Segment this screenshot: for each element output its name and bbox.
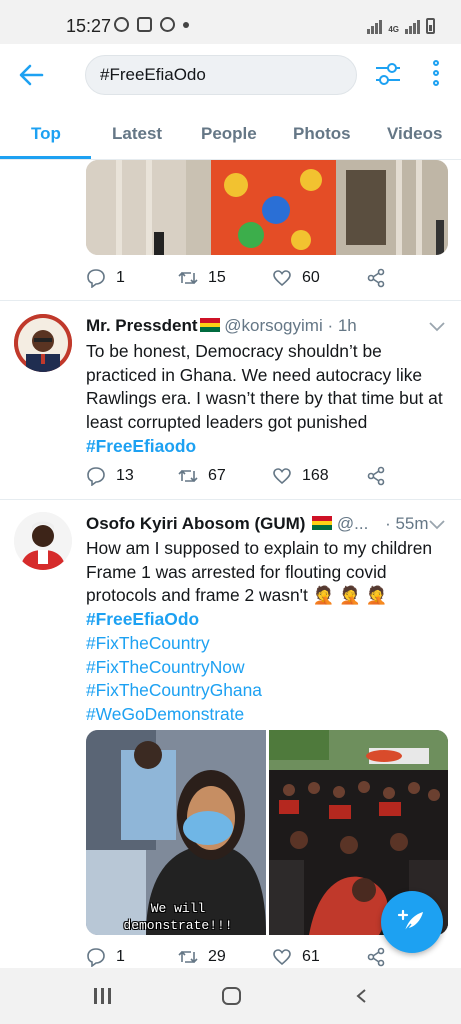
share-button[interactable]: [366, 947, 386, 967]
notification-icons: [114, 17, 189, 32]
tab-people[interactable]: People: [201, 124, 257, 144]
signal-icon-2: [405, 20, 420, 34]
hashtag-link[interactable]: #FreeEfiaOdo: [86, 608, 446, 632]
handle[interactable]: @korsogyimi: [224, 316, 323, 335]
tweet-image-selfie[interactable]: We will demonstrate!!!: [86, 730, 266, 935]
share-icon: [367, 268, 385, 288]
ghana-flag-icon: [199, 318, 220, 332]
home-icon[interactable]: [222, 987, 241, 1005]
like-button[interactable]: 60: [272, 268, 320, 288]
like-count: 61: [302, 948, 320, 965]
tab-top[interactable]: Top: [31, 124, 61, 144]
retweet-count: 29: [208, 948, 226, 965]
tweet-image-building[interactable]: [86, 160, 448, 255]
recent-apps-icon[interactable]: [94, 988, 111, 1004]
android-nav-bar: [0, 968, 461, 1024]
tab-videos[interactable]: Videos: [387, 124, 442, 144]
compose-tweet-button[interactable]: [381, 891, 443, 953]
ghana-flag-icon: [312, 516, 333, 530]
search-field[interactable]: [85, 55, 357, 95]
speech-bubble-icon: [87, 467, 105, 486]
status-time: 15:27: [66, 16, 112, 36]
share-button[interactable]: [366, 466, 386, 486]
tweet-divider: [0, 499, 461, 500]
retweet-button[interactable]: 29: [178, 947, 226, 967]
tweet-header: Mr. Pressdent @korsogyimi · 1h: [86, 316, 357, 336]
reply-button[interactable]: 1: [86, 268, 125, 288]
heart-icon: [273, 949, 291, 966]
search-input[interactable]: [100, 65, 342, 85]
tweet-time: · 55m: [385, 514, 429, 533]
handle[interactable]: @...: [337, 514, 368, 533]
feather-plus-icon: [397, 909, 423, 932]
reply-button[interactable]: 13: [86, 466, 134, 486]
sliders-icon[interactable]: [374, 60, 402, 88]
hashtag-link[interactable]: #FixTheCountryNow: [86, 656, 446, 680]
tab-photos[interactable]: Photos: [293, 124, 351, 144]
hashtag-link[interactable]: #FreeEfiaodo: [86, 435, 446, 459]
tweet-header: Osofo Kyiri Abosom (GUM) @... · 55m: [86, 514, 429, 534]
vertical-dots-icon[interactable]: [426, 60, 446, 90]
arrow-left-icon[interactable]: [16, 60, 46, 90]
hashtag-link[interactable]: #WeGoDemonstrate: [86, 703, 446, 727]
reply-button[interactable]: 1: [86, 947, 125, 967]
chevron-down-icon[interactable]: [428, 518, 446, 530]
display-name[interactable]: Osofo Kyiri Abosom (GUM): [86, 514, 305, 533]
like-button[interactable]: 168: [272, 466, 329, 486]
avatar[interactable]: [14, 314, 72, 372]
reply-count: 1: [116, 948, 125, 965]
retweet-icon: [178, 469, 198, 483]
share-icon: [367, 947, 385, 967]
heart-icon: [273, 270, 291, 287]
tweet-text: To be honest, Democracy shouldn’t be pra…: [86, 341, 443, 433]
hashtag-link[interactable]: #FixTheCountry: [86, 632, 446, 656]
tab-latest[interactable]: Latest: [112, 124, 162, 144]
gallery-icon: [137, 17, 152, 32]
tweet-body: To be honest, Democracy shouldn’t be pra…: [86, 340, 446, 459]
like-count: 168: [302, 467, 329, 484]
sync-icon: [160, 17, 175, 32]
reply-count: 13: [116, 467, 134, 484]
retweet-icon: [178, 271, 198, 285]
battery-icon: [426, 18, 435, 34]
like-button[interactable]: 61: [272, 947, 320, 967]
like-count: 60: [302, 269, 320, 286]
display-name[interactable]: Mr. Pressdent: [86, 316, 198, 335]
speech-bubble-icon: [87, 948, 105, 967]
share-button[interactable]: [366, 268, 386, 288]
retweet-count: 67: [208, 467, 226, 484]
signal-icon: [367, 20, 383, 34]
search-header: [0, 44, 461, 106]
network-type: 4G: [388, 25, 399, 34]
retweet-button[interactable]: 67: [178, 466, 226, 486]
status-bar: 15:27 4G: [0, 0, 461, 44]
retweet-icon: [178, 950, 198, 964]
more-notifications-icon: [183, 21, 189, 28]
reply-count: 1: [116, 269, 125, 286]
avatar[interactable]: [14, 512, 72, 570]
share-icon: [367, 466, 385, 486]
tweet-divider: [0, 300, 461, 301]
search-tabs: Top Latest People Photos Videos: [0, 106, 461, 160]
heart-icon: [273, 468, 291, 485]
retweet-count: 15: [208, 269, 226, 286]
facepalm-emoji: 🤦 🤦 🤦: [312, 585, 388, 606]
chevron-down-icon[interactable]: [428, 320, 446, 332]
hashtag-link[interactable]: #FixTheCountryGhana: [86, 679, 446, 703]
tweet-time: · 1h: [327, 316, 357, 335]
active-tab-indicator: [0, 156, 91, 159]
system-icons: 4G: [367, 18, 435, 34]
whatsapp-icon: [114, 17, 129, 32]
speech-bubble-icon: [87, 269, 105, 288]
tweet-body: How am I supposed to explain to my child…: [86, 537, 446, 727]
back-nav-icon[interactable]: [354, 988, 368, 1004]
image-caption: We will demonstrate!!!: [123, 901, 233, 933]
retweet-button[interactable]: 15: [178, 268, 226, 288]
